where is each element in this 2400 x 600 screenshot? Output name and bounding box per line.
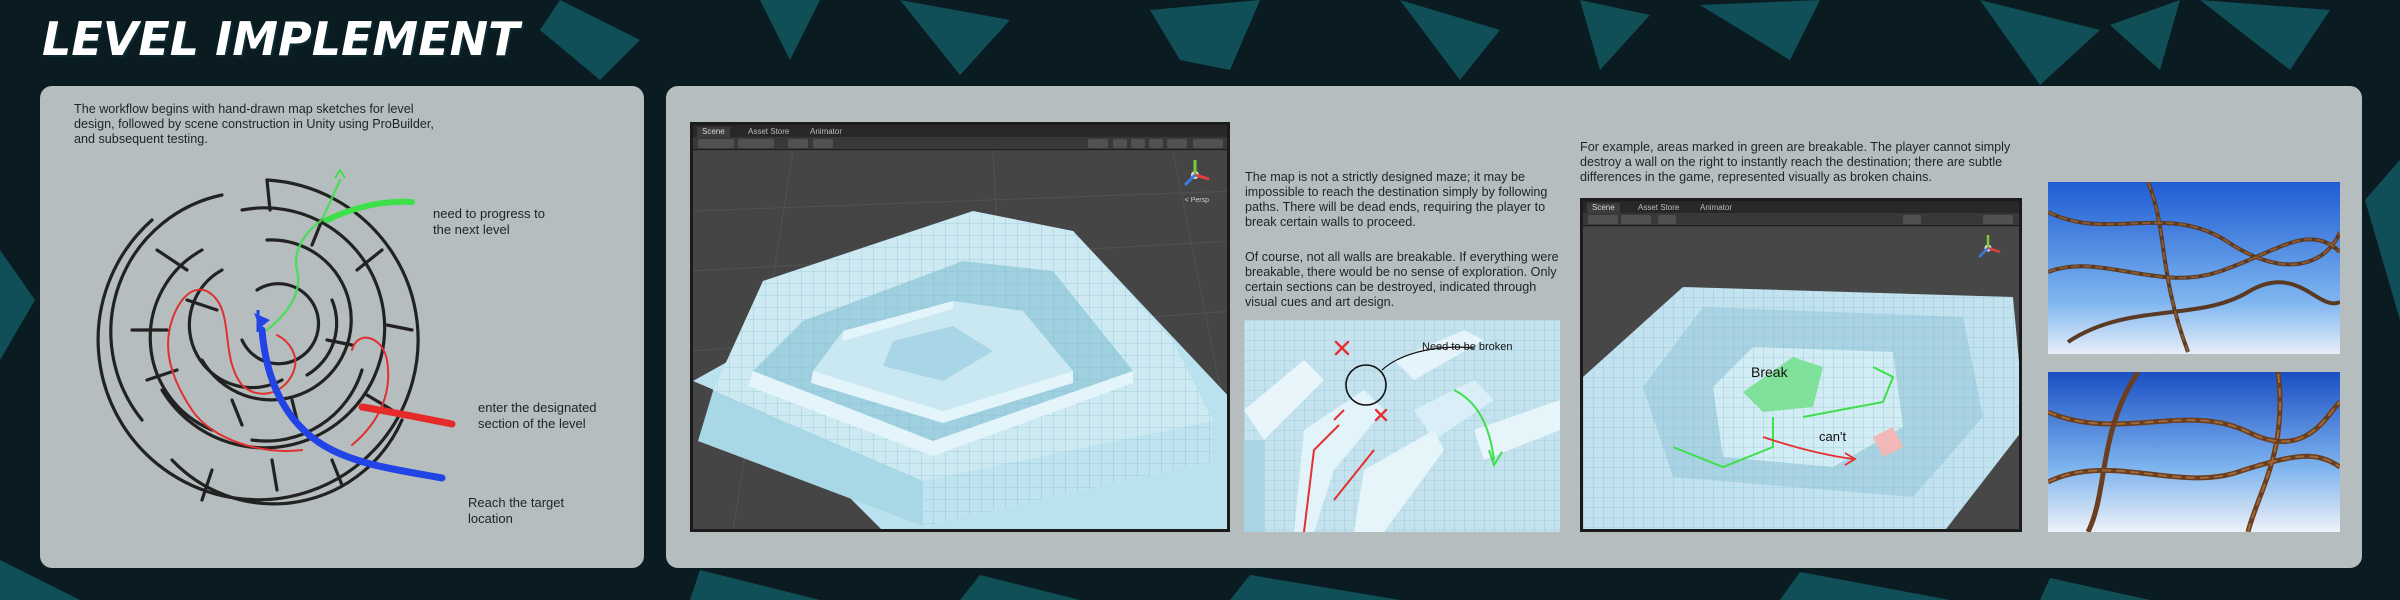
chain-photo-1 [2048, 182, 2340, 354]
example-text: For example, areas marked in green are b… [1580, 140, 2011, 184]
chain-photo-2 [2048, 372, 2340, 532]
label-reach: Reach the target location [468, 495, 565, 526]
tab-scene-2[interactable]: Scene [1587, 203, 1620, 213]
global-button[interactable] [738, 139, 774, 148]
unity-scene-screenshot-1: Scene Asset Store Animator < Persp [690, 122, 1230, 532]
unity-tabbar: Scene Asset Store Animator [693, 125, 1227, 137]
break-walls-scene: Need to be broken [1244, 320, 1560, 532]
scene-viewport-2: Break can't [1583, 227, 2019, 529]
scene-viewport [693, 151, 1227, 529]
fx-button[interactable] [1167, 139, 1187, 148]
gizmo-axis-icon-2[interactable] [1971, 231, 2005, 265]
tab-animator[interactable]: Animator [805, 127, 848, 137]
shading-button[interactable] [1088, 139, 1108, 148]
tab-asset-store[interactable]: Asset Store [743, 127, 795, 137]
snap-button[interactable] [813, 139, 833, 148]
tab-scene[interactable]: Scene [697, 127, 730, 137]
annotation-break-needed: Need to be broken [1422, 341, 1513, 353]
2d-button[interactable] [1113, 139, 1127, 148]
grid-button-2[interactable] [1658, 215, 1676, 224]
page-title: LEVEL IMPLEMENT [42, 12, 520, 66]
tab-animator-2[interactable]: Animator [1695, 203, 1738, 213]
audio-button[interactable] [1149, 139, 1163, 148]
shading-button-2[interactable] [1903, 215, 1921, 224]
persp-label[interactable]: < Persp [1185, 197, 1209, 204]
global-button-2[interactable] [1621, 215, 1651, 224]
annotation-cant: can't [1819, 429, 1846, 444]
tab-asset-store-2[interactable]: Asset Store [1633, 203, 1685, 213]
unity-scene-screenshot-2: Scene Asset Store Animator Break can't [1580, 198, 2022, 532]
label-progress: need to progress to the next level [433, 206, 546, 237]
grid-button[interactable] [788, 139, 808, 148]
annotation-break: Break [1751, 364, 1789, 380]
pivot-button[interactable] [698, 139, 734, 148]
map-text-2: Of course, not all walls are breakable. … [1245, 250, 1559, 309]
unity-toolbar-2 [1583, 213, 2019, 226]
break-walls-screenshot: Need to be broken [1244, 320, 1560, 532]
unity-toolbar [693, 137, 1227, 150]
pivot-button-2[interactable] [1588, 215, 1618, 224]
gizmo-axis-icon[interactable] [1175, 155, 1215, 195]
gizmos-button-2[interactable] [1983, 215, 2013, 224]
label-enter: enter the designated section of the leve… [478, 400, 597, 431]
light-button[interactable] [1131, 139, 1145, 148]
gizmos-button[interactable] [1193, 139, 1223, 148]
map-text-1: The map is not a strictly designed maze;… [1245, 170, 1548, 229]
intro-text: The workflow begins with hand-drawn map … [74, 102, 434, 146]
unity-tabbar-2: Scene Asset Store Animator [1583, 201, 2019, 213]
